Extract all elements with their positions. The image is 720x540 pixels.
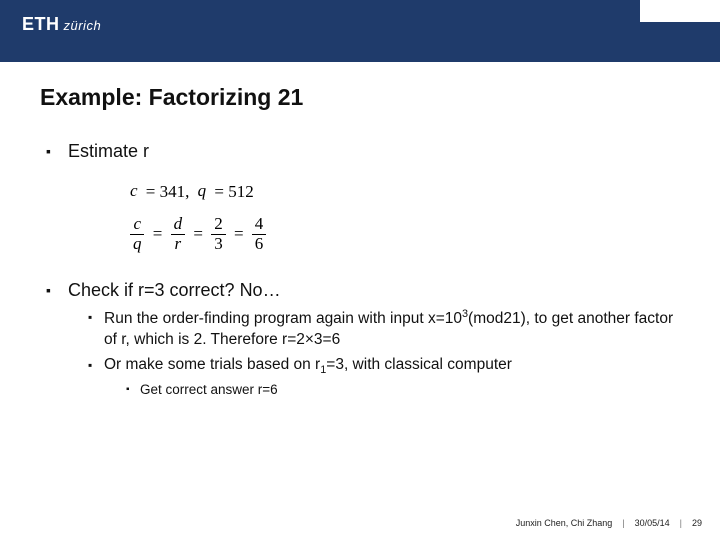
math-block: c = 341, q = 512 c q = d r = 2 3 = 4 6 [130, 180, 680, 254]
frac-den: q [130, 235, 145, 254]
slide-content: Example: Factorizing 21 Estimate r c = 3… [0, 62, 720, 399]
eth-logo: ETH zürich [22, 14, 101, 35]
footer-authors: Junxin Chen, Chi Zhang [516, 518, 613, 528]
frac-cq: c q [130, 215, 145, 253]
text-part: Get correct answer r=6 [140, 382, 278, 397]
bullet-list-2: Check if r=3 correct? No… Run the order-… [40, 280, 680, 400]
bullet-list: Estimate r [40, 141, 680, 162]
sub-bullet-run-again: Run the order-finding program again with… [88, 307, 680, 351]
frac-den: 3 [211, 235, 226, 254]
math-q: q [198, 181, 207, 200]
frac-46: 4 6 [252, 215, 267, 253]
math-c: c [130, 181, 138, 200]
frac-dr: d r [171, 215, 186, 253]
math-eq2: = 512 [214, 181, 253, 203]
frac-den: r [172, 235, 185, 254]
slide-title: Example: Factorizing 21 [40, 84, 680, 111]
sub-bullet-trials: Or make some trials based on r1=3, with … [88, 355, 680, 400]
text-part: Or make some trials based on r [104, 356, 320, 373]
frac-num: d [171, 215, 186, 235]
equals-icon: = [234, 223, 244, 245]
footer-separator: | [622, 518, 624, 528]
bullet-text: Check if r=3 correct? No… [68, 280, 281, 300]
math-eq1: = 341, [146, 181, 190, 203]
math-line-1: c = 341, q = 512 [130, 180, 680, 203]
frac-num: 4 [252, 215, 267, 235]
frac-den: 6 [252, 235, 267, 254]
frac-23: 2 3 [211, 215, 226, 253]
logo-main: ETH [22, 14, 60, 35]
text-part: =3, with classical computer [326, 356, 512, 373]
slide-footer: Junxin Chen, Chi Zhang | 30/05/14 | 29 [516, 518, 702, 528]
footer-date: 30/05/14 [635, 518, 670, 528]
bullet-estimate-r: Estimate r [46, 141, 680, 162]
equals-icon: = [153, 223, 163, 245]
frac-num: c [130, 215, 144, 235]
text-part: Run the order-finding program again with… [104, 310, 462, 327]
sub-sub-bullet-answer: Get correct answer r=6 [126, 381, 680, 399]
sub-sub-list: Get correct answer r=6 [104, 381, 680, 399]
math-line-2: c q = d r = 2 3 = 4 6 [130, 215, 680, 253]
header-band: ETH zürich [0, 0, 720, 62]
logo-sub: zürich [64, 18, 102, 33]
bullet-text: Estimate r [68, 141, 149, 161]
sub-list: Run the order-finding program again with… [68, 307, 680, 400]
footer-separator: | [680, 518, 682, 528]
equals-icon: = [193, 223, 203, 245]
header-notch [640, 0, 720, 22]
bullet-check-r: Check if r=3 correct? No… Run the order-… [46, 280, 680, 400]
footer-page: 29 [692, 518, 702, 528]
frac-num: 2 [211, 215, 226, 235]
